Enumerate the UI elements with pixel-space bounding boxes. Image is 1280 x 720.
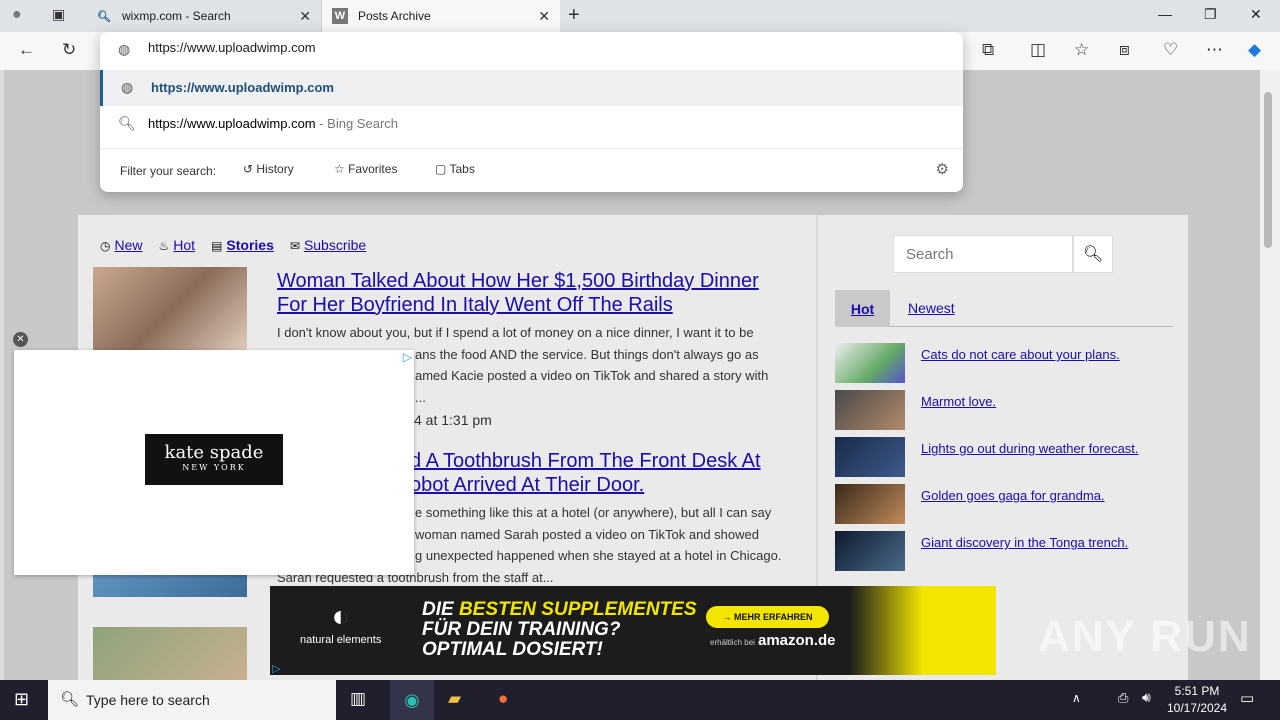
item-thumbnail[interactable] xyxy=(835,390,905,430)
search-icon: 🔍︎ xyxy=(60,691,80,708)
close-window-icon[interactable]: ✕ xyxy=(1250,6,1262,23)
tab-wixmp-search[interactable]: 🔍︎ wixmp.com - Search ✕ xyxy=(86,0,322,32)
search-filter-bar: Filter your search: ↺ History ☆ Favorite… xyxy=(100,148,963,192)
list-item[interactable]: Giant discovery in the Tonga trench. xyxy=(835,531,1175,571)
tab-title: Posts Archive xyxy=(358,9,431,23)
filter-history[interactable]: ↺ History xyxy=(243,162,294,176)
story-title[interactable]: Woman Talked About How Her $1,500 Birthd… xyxy=(277,269,787,317)
network-icon[interactable]: ⎙ xyxy=(1118,690,1128,706)
address-input[interactable]: https://www.uploadwimp.com xyxy=(148,40,316,55)
edge-icon[interactable]: ◉ xyxy=(390,680,434,720)
site-nav: ◷ New ♨ Hot ▤ Stories ✉ Subscribe xyxy=(100,237,366,253)
history-icon: ↺ xyxy=(243,162,257,176)
collections-icon[interactable]: ⧈ xyxy=(1119,40,1130,60)
nav-hot[interactable]: ♨ Hot xyxy=(159,237,196,253)
banner-cta-button[interactable]: → MEHR ERFAHREN xyxy=(706,606,829,628)
suggestion-bing-search[interactable]: 🔍︎ https://www.uploadwimp.com - Bing Sea… xyxy=(100,106,963,142)
sidebar-tabs: Hot Newest xyxy=(835,290,1173,327)
tabs-icon: ▢ xyxy=(435,162,450,176)
volume-icon[interactable]: 🔊︎ xyxy=(1142,689,1151,706)
nav-subscribe[interactable]: ✉ Subscribe xyxy=(290,237,366,253)
performance-icon[interactable]: ♡ xyxy=(1163,40,1178,60)
minimize-icon[interactable]: — xyxy=(1158,6,1172,22)
refresh-icon[interactable]: ↻ xyxy=(62,40,76,60)
natural-elements-logo: ◐ natural elements xyxy=(300,600,382,646)
clock-icon: ◷ xyxy=(100,239,111,253)
anyrun-watermark: ANY RUN xyxy=(1038,612,1252,661)
filter-tabs[interactable]: ▢ Tabs xyxy=(435,162,475,176)
profile-icon[interactable]: ● xyxy=(12,6,22,24)
favorites-icon[interactable]: ☆ xyxy=(1074,40,1089,60)
w-logo-icon: W xyxy=(332,8,348,24)
filter-favorites[interactable]: ☆ Favorites xyxy=(334,162,397,176)
ad-choices-icon[interactable]: ▷ xyxy=(272,662,280,675)
item-thumbnail[interactable] xyxy=(835,484,905,524)
item-thumbnail[interactable] xyxy=(835,437,905,477)
scrollbar-thumb[interactable] xyxy=(1264,92,1272,248)
tab-title: wixmp.com - Search xyxy=(122,9,231,23)
split-screen-icon[interactable]: ◫ xyxy=(1030,40,1046,60)
settings-gear-icon[interactable]: ⚙ xyxy=(936,160,949,178)
restore-icon[interactable]: ❐ xyxy=(1204,6,1217,23)
tab-hot[interactable]: Hot xyxy=(835,290,890,327)
story-thumbnail[interactable] xyxy=(93,627,247,680)
windows-start-icon[interactable]: ⊞ xyxy=(14,689,29,710)
list-item[interactable]: Cats do not care about your plans. xyxy=(835,343,1175,383)
fire-icon: ♨ xyxy=(158,239,170,253)
video-ad-popup[interactable]: ▷ kate spade NEW YORK xyxy=(14,350,414,575)
story-title[interactable]: d A Toothbrush From The Front Desk At ob… xyxy=(410,449,810,497)
suggestion-url[interactable]: ◍ https://www.uploadwimp.com xyxy=(100,70,963,106)
globe-icon: ◍ xyxy=(118,41,131,57)
item-thumbnail[interactable] xyxy=(835,343,905,383)
amazon-logo: amazon.de xyxy=(758,632,836,649)
title-bar: ● ▣ 🔍︎ wixmp.com - Search ✕ W Posts Arch… xyxy=(0,0,1280,32)
ad-choices-icon[interactable]: ▷ xyxy=(403,350,412,364)
story-date: 4 at 1:31 pm xyxy=(414,412,492,428)
story-thumbnail[interactable] xyxy=(93,267,247,357)
close-icon[interactable]: ✕ xyxy=(299,8,311,25)
tab-posts-archive[interactable]: W Posts Archive ✕ xyxy=(322,0,560,32)
banner-headline: DIE BESTEN SUPPLEMENTES FÜR DEIN TRAININ… xyxy=(422,599,697,660)
item-thumbnail[interactable] xyxy=(835,531,905,571)
globe-icon: ◍ xyxy=(121,79,134,95)
copilot-icon[interactable]: ◆ xyxy=(1248,40,1261,60)
close-ad-icon[interactable]: ✕ xyxy=(13,332,28,347)
envelope-icon: ✉ xyxy=(289,239,300,253)
notifications-icon[interactable]: ▭ xyxy=(1240,689,1254,707)
search-icon[interactable]: 🔍︎ xyxy=(1073,235,1113,273)
newspaper-icon: ▤ xyxy=(211,239,223,253)
star-icon: ☆ xyxy=(334,162,349,176)
taskbar-search[interactable]: 🔍︎ Type here to search xyxy=(48,680,336,720)
search-icon: 🔍︎ xyxy=(97,10,111,23)
address-bar-dropdown: ◍ https://www.uploadwimp.com ◍ https://w… xyxy=(100,32,963,192)
search-icon: 🔍︎ xyxy=(118,115,136,131)
extensions-icon[interactable]: ⧉ xyxy=(982,40,994,60)
file-explorer-icon[interactable]: ▰ xyxy=(448,689,461,709)
list-item[interactable]: Marmot love. xyxy=(835,390,1175,430)
tray-chevron-icon[interactable]: ∧ xyxy=(1072,691,1081,705)
close-icon[interactable]: ✕ xyxy=(538,8,550,25)
clock[interactable]: 5:51 PM 10/17/2024 xyxy=(1162,683,1232,717)
tab-newest[interactable]: Newest xyxy=(908,300,955,316)
product-image xyxy=(850,586,996,675)
back-icon[interactable]: ← xyxy=(18,40,35,60)
new-tab-button[interactable]: + xyxy=(568,4,580,27)
site-search-input[interactable]: Search xyxy=(893,235,1073,273)
list-item[interactable]: Golden goes gaga for grandma. xyxy=(835,484,1175,524)
banner-ad[interactable]: ◐ natural elements DIE BESTEN SUPPLEMENT… xyxy=(270,586,996,675)
list-item[interactable]: Lights go out during weather forecast. xyxy=(835,437,1175,477)
more-icon[interactable]: ⋯ xyxy=(1206,40,1223,60)
banner-note: erhältlich bei xyxy=(710,638,755,647)
nav-new[interactable]: ◷ New xyxy=(100,237,143,253)
nav-stories[interactable]: ▤ Stories xyxy=(211,237,274,253)
logo-mark-icon: ◐ xyxy=(331,600,350,633)
tab-actions-icon[interactable]: ▣ xyxy=(52,6,65,23)
kate-spade-logo: kate spade NEW YORK xyxy=(145,434,283,485)
windows-taskbar: ⊞ 🔍︎ Type here to search ▥ ◉ ▰ ● ∧ ⎙ 🔊︎ … xyxy=(0,680,1280,720)
task-view-icon[interactable]: ▥ xyxy=(350,689,366,709)
firefox-icon[interactable]: ● xyxy=(498,689,508,709)
